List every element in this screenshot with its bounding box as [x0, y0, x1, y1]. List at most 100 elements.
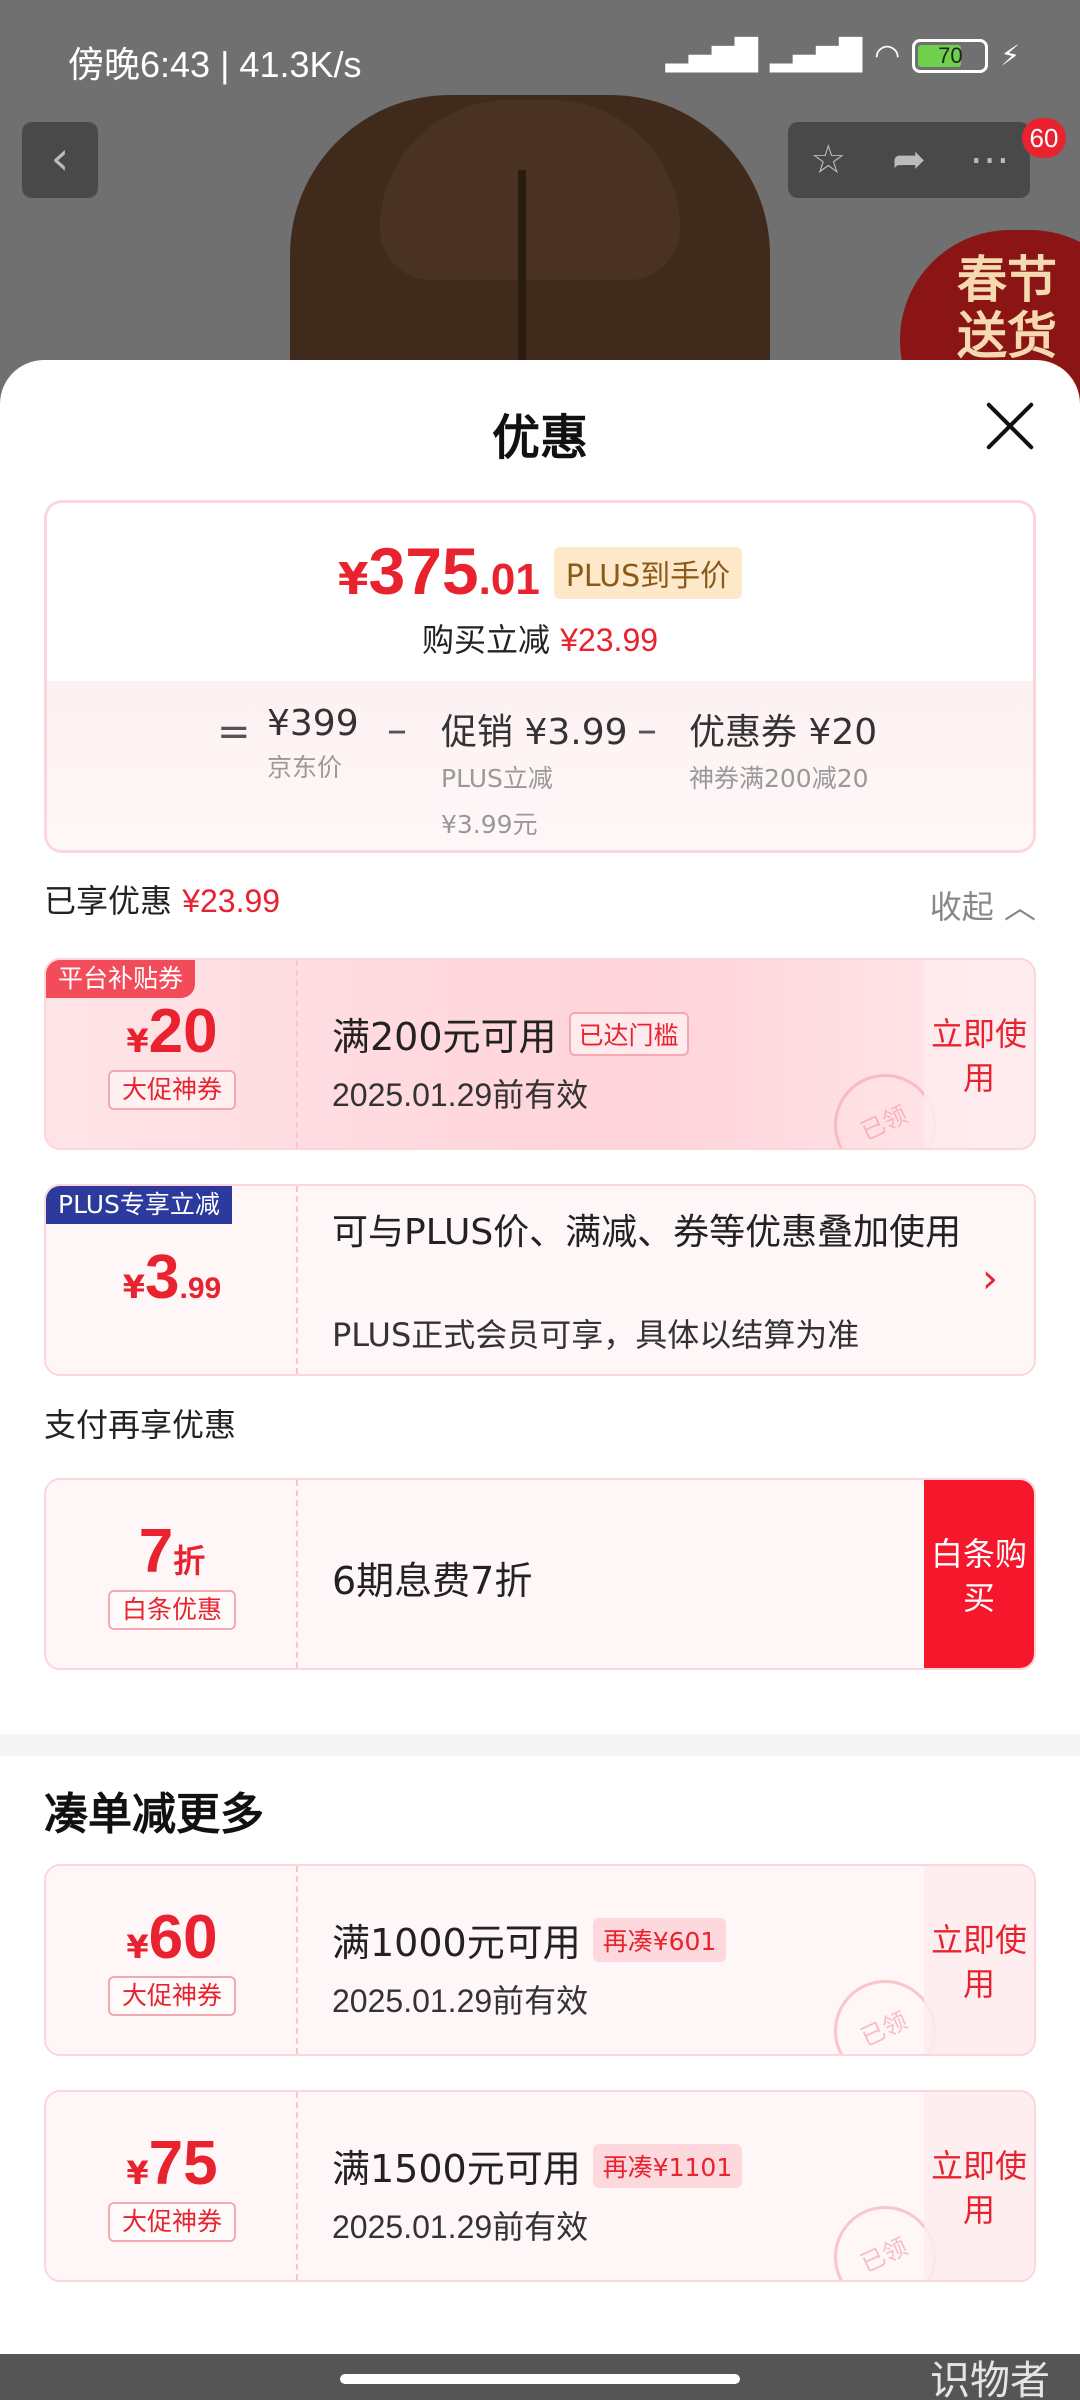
battery-level: 70 — [938, 42, 963, 68]
coupon-value: 75 — [148, 2129, 218, 2198]
status-bar: 傍晚6:43 | 41.3K/s ▂▄▆█ ▂▄▆█ ◠ 70 ⚡ — [0, 0, 1080, 115]
coupon-expiry: 2025.01.29前有效 — [332, 1077, 589, 1113]
sheet-title: 优惠 — [491, 410, 588, 466]
chevron-up-icon: ︿ — [1003, 888, 1036, 926]
charging-icon: ⚡ — [1000, 39, 1020, 72]
collapse-label: 收起 — [929, 888, 994, 926]
coupon-condition: 满1000元可用 再凑¥601 — [332, 1912, 727, 1967]
wifi-icon: ◠ — [874, 38, 901, 73]
message-count-badge: 60 — [1022, 118, 1066, 158]
coupon-type-tag: 大促神券 — [108, 1070, 236, 1110]
promo-discount-value: 促销 ¥3.99 — [441, 712, 628, 753]
baitiao-buy-button[interactable]: 白条购买 — [924, 1480, 1034, 1668]
status-icons: ▂▄▆█ ▂▄▆█ ◠ 70 ⚡ — [666, 38, 1020, 73]
coupon-platform-subsidy[interactable]: ¥20 大促神券 平台补贴券 满200元可用 已达门槛 2025.01.29前有… — [44, 958, 1036, 1150]
back-button[interactable]: ‹ — [22, 122, 98, 198]
formula-minus-1: – — [387, 707, 407, 753]
promo-badge-text: 春节送货 — [957, 250, 1057, 365]
coupon-value: 60 — [148, 1903, 218, 1972]
coupon-condition: 满1500元可用 再凑¥1101 — [332, 2138, 743, 2193]
coupon-condition-text: 满1000元可用 — [332, 1921, 581, 1965]
share-icon[interactable]: ➦ — [869, 137, 949, 183]
jd-price: ¥399 京东价 — [267, 703, 359, 784]
coupon-amount: 7折 — [46, 1516, 298, 1587]
coupon-amount: ¥20 — [46, 996, 298, 1067]
price-decimal: .01 — [478, 555, 540, 604]
more-icon[interactable]: ⋯ — [950, 137, 1030, 183]
formula-equals: = — [217, 709, 251, 755]
use-now-button[interactable]: 立即使用 — [924, 2092, 1034, 2280]
price-summary-card: ¥ 375 .01 PLUS到手价 购买立减 ¥23.99 = ¥399 京东价… — [44, 500, 1036, 853]
section-divider — [0, 1734, 1080, 1756]
instant-discount-label: 购买立减 — [421, 621, 550, 659]
price-integer: 375 — [368, 534, 479, 608]
coupon-expiry: 2025.01.29前有效 — [332, 1983, 589, 2019]
home-indicator[interactable] — [340, 2374, 740, 2384]
enjoyed-discount: 已享优惠 ¥23.99 — [44, 876, 280, 922]
coupon-currency: ¥ — [126, 2154, 149, 2192]
coupon-corner-label: 平台补贴券 — [46, 960, 196, 998]
coupon-condition-text: 满1500元可用 — [332, 2147, 581, 2191]
star-icon[interactable]: ☆ — [788, 137, 868, 183]
coupon-discount-value: 优惠券 ¥20 — [689, 712, 878, 753]
coupon-more-75[interactable]: ¥75 大促神券 满1500元可用 再凑¥1101 2025.01.29前有效 … — [44, 2090, 1036, 2282]
use-now-button[interactable]: 立即使用 — [924, 960, 1034, 1148]
installment-description: 6期息费7折 — [332, 1559, 533, 1603]
enjoyed-label: 已享优惠 — [44, 882, 173, 920]
instant-discount-amount: ¥23.99 — [560, 622, 659, 658]
more-section-title: 凑单减更多 — [44, 1789, 264, 1840]
instant-discount: 购买立减 ¥23.99 — [47, 615, 1033, 661]
coupon-expiry: 2025.01.29前有效 — [332, 2209, 589, 2245]
coupon-value-decimal: .99 — [179, 1272, 222, 1305]
price-currency: ¥ — [337, 554, 369, 605]
threshold-reached-badge: 已达门槛 — [568, 1011, 689, 1056]
coupon-type-tag: 白条优惠 — [108, 1590, 236, 1630]
chevron-right-icon[interactable]: › — [982, 1256, 998, 1302]
status-time: 傍晚6:43 | 41.3K/s — [68, 44, 362, 85]
promo-discount: 促销 ¥3.99 PLUS立减 ¥3.99元 — [441, 703, 628, 841]
formula-minus-2: – — [637, 707, 657, 753]
coupon-amount: ¥3.99 — [46, 1242, 298, 1313]
coupon-more-60[interactable]: ¥60 大促神券 满1000元可用 再凑¥601 2025.01.29前有效 已… — [44, 1864, 1036, 2056]
final-price: ¥ 375 .01 PLUS到手价 — [47, 533, 1033, 609]
coupon-value-area: 7折 白条优惠 — [46, 1480, 298, 1668]
collapse-toggle[interactable]: 收起 ︿ — [930, 882, 1036, 928]
coupon-value-area: ¥60 大促神券 — [46, 1866, 298, 2054]
add-more-badge: 再凑¥601 — [592, 1917, 727, 1962]
battery-icon: 70 — [912, 38, 989, 73]
jd-price-value: ¥399 — [267, 703, 359, 744]
coupon-unit: 折 — [173, 1542, 206, 1580]
coupon-corner-label: PLUS专享立减 — [46, 1186, 232, 1224]
promo-discount-label-2: ¥3.99元 — [441, 810, 538, 839]
coupon-amount: ¥60 — [46, 1902, 298, 1973]
coupon-currency: ¥ — [126, 1022, 149, 1060]
add-more-badge: 再凑¥1101 — [592, 2143, 743, 2188]
chevron-left-icon: ‹ — [50, 131, 70, 185]
coupon-plus-discount[interactable]: ¥3.99 PLUS专享立减 可与PLUS价、满减、券等优惠叠加使用 PLUS正… — [44, 1184, 1036, 1376]
coupon-value: 3 — [145, 1243, 180, 1312]
use-now-button[interactable]: 立即使用 — [924, 1866, 1034, 2054]
close-icon[interactable] — [984, 400, 1036, 452]
coupon-value: 20 — [148, 997, 218, 1066]
coupon-type-tag: 大促神券 — [108, 1976, 236, 2016]
enjoyed-amount: ¥23.99 — [182, 883, 281, 919]
coupon-discount: 优惠券 ¥20 神券满200减20 — [689, 703, 877, 795]
coupon-condition: 满200元可用 已达门槛 — [332, 1006, 689, 1061]
pay-discount-label: 支付再享优惠 — [44, 1406, 237, 1444]
signal-icon-2: ▂▄▆█ — [769, 38, 863, 73]
plus-price-tag: PLUS到手价 — [553, 547, 743, 599]
coupon-type-tag: 大促神券 — [108, 2202, 236, 2242]
plus-description: 可与PLUS价、满减、券等优惠叠加使用 — [332, 1212, 962, 1253]
coupon-value-area: ¥75 大促神券 — [46, 2092, 298, 2280]
coupon-baitiao[interactable]: 7折 白条优惠 6期息费7折 白条购买 — [44, 1478, 1036, 1670]
top-action-bar: ☆ ➦ ⋯ — [788, 122, 1030, 198]
coupon-currency: ¥ — [126, 1928, 149, 1966]
coupon-currency: ¥ — [122, 1268, 146, 1306]
signal-icon: ▂▄▆█ — [665, 38, 758, 73]
coupon-amount: ¥75 — [46, 2128, 298, 2199]
jd-price-label: 京东价 — [267, 753, 343, 782]
promo-discount-label: PLUS立减 — [441, 764, 553, 793]
coupon-value: 7 — [138, 1517, 174, 1586]
watermark: 识物者 — [930, 2358, 1050, 2400]
discount-sheet: 优惠 ¥ 375 .01 PLUS到手价 购买立减 ¥23.99 = ¥399 … — [0, 360, 1080, 2400]
